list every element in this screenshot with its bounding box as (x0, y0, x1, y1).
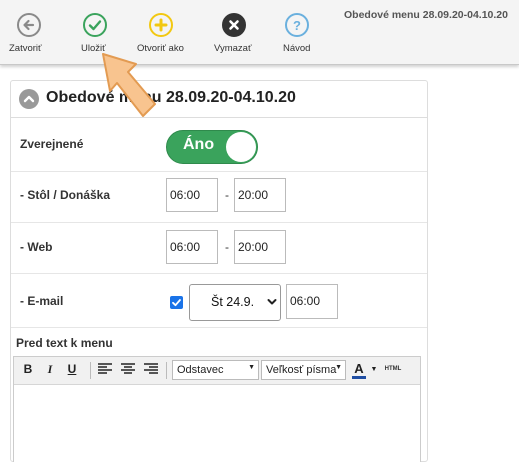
row-published: Zverejnené Áno (11, 118, 427, 172)
menu-panel: Obedové menu 28.09.20-04.10.20 Zverejnen… (10, 80, 428, 462)
email-time-input[interactable]: 06:00 (286, 284, 338, 319)
delete-button[interactable]: Vymazať (210, 0, 258, 64)
table-label: - Stôl / Donáška (20, 188, 111, 202)
toolbar-separator (90, 362, 91, 379)
row-email: - E-mail Št 24.9. 06:00 (11, 274, 427, 328)
close-button[interactable]: Zatvoriť (8, 0, 50, 64)
underline-button[interactable]: U (66, 362, 78, 378)
format-select[interactable]: Odstavec ▼ (172, 360, 259, 380)
web-dash: - (225, 240, 229, 254)
caret-down-icon: ▼ (335, 364, 342, 371)
plus-icon (149, 13, 173, 37)
chevron-down-icon (267, 299, 277, 305)
editor-toolbar: B I U Odstavec ▼ Veľkosť písma ▼ A ▼ HTM… (14, 357, 420, 385)
align-right-button[interactable] (143, 362, 159, 378)
help-button-label: Návod (283, 43, 311, 54)
arrow-left-icon (17, 13, 41, 37)
align-center-icon (121, 363, 135, 374)
email-label: - E-mail (20, 294, 64, 308)
table-dash: - (225, 188, 229, 202)
email-day-value: Št 24.9. (211, 295, 255, 309)
toggle-knob (226, 132, 256, 162)
italic-button[interactable]: I (44, 362, 56, 378)
close-icon (222, 13, 246, 37)
caret-down-icon[interactable]: ▼ (370, 366, 378, 382)
close-button-label: Zatvoriť (9, 43, 42, 54)
table-to-input[interactable]: 20:00 (234, 178, 286, 212)
align-left-icon (98, 363, 112, 374)
email-checkbox[interactable] (170, 296, 183, 309)
chevron-up-icon[interactable] (19, 89, 39, 109)
align-center-button[interactable] (120, 362, 136, 378)
checkmark-icon (83, 13, 107, 37)
help-button[interactable]: ? Návod (277, 0, 317, 64)
font-size-select[interactable]: Veľkosť písma ▼ (261, 360, 346, 380)
row-web: - Web 06:00 - 20:00 (11, 223, 427, 274)
format-value: Odstavec (177, 364, 224, 376)
panel-header: Obedové menu 28.09.20-04.10.20 (11, 81, 427, 118)
panel-title: Obedové menu 28.09.20-04.10.20 (46, 89, 296, 106)
page-title: Obedové menu 28.09.20-04.10.20 (343, 9, 508, 21)
editor-label: Pred text k menu (16, 336, 113, 350)
caret-down-icon: ▼ (248, 364, 255, 371)
html-button[interactable]: HTML (382, 366, 404, 382)
text-color-button[interactable]: A (352, 362, 366, 379)
align-right-icon (144, 363, 158, 374)
table-from-input[interactable]: 06:00 (166, 178, 218, 212)
web-from-input[interactable]: 06:00 (166, 230, 218, 264)
published-label: Zverejnené (20, 137, 84, 151)
align-left-button[interactable] (97, 362, 113, 378)
delete-button-label: Vymazať (214, 43, 252, 54)
web-to-input[interactable]: 20:00 (234, 230, 286, 264)
font-size-value: Veľkosť písma (266, 364, 337, 376)
pointer-cursor-icon (102, 53, 156, 117)
row-table: - Stôl / Donáška 06:00 - 20:00 (11, 172, 427, 223)
svg-text:?: ? (293, 18, 301, 33)
web-label: - Web (20, 240, 53, 254)
question-icon: ? (285, 13, 309, 37)
toolbar-separator (166, 362, 167, 379)
toggle-label: Áno (183, 136, 215, 153)
rich-text-editor[interactable]: B I U Odstavec ▼ Veľkosť písma ▼ A ▼ HTM… (13, 356, 421, 462)
email-day-select[interactable]: Št 24.9. (189, 284, 281, 321)
toolbar: Zatvoriť Uložiť Otvoriť ako Vymazať ? Ná… (0, 0, 519, 65)
bold-button[interactable]: B (22, 362, 34, 378)
published-toggle[interactable]: Áno (166, 130, 258, 164)
